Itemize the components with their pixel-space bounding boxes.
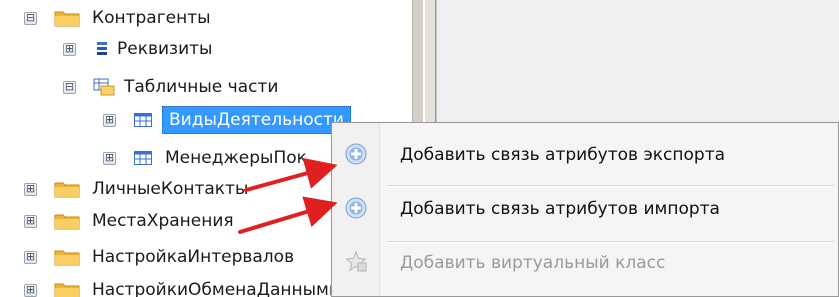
folder-icon [54, 281, 80, 297]
tabular-parts-icon [93, 78, 115, 96]
collapse-icon[interactable]: ⊟ [63, 81, 76, 94]
tree-item-requisites[interactable]: ⊞ Реквизиты [0, 35, 412, 63]
folder-icon [54, 212, 80, 230]
menu-item-label: Добавить связь атрибутов импорта [400, 199, 720, 219]
context-menu: Добавить связь атрибутов экспорта Добави… [331, 122, 839, 297]
menu-item-add-import-link[interactable]: Добавить связь атрибутов импорта [332, 181, 838, 237]
screenshot-stage: ⊟ Контрагенты ⊞ Реквизиты ⊟ Табличные ча… [0, 0, 839, 297]
menu-item-label: Добавить связь атрибутов экспорта [400, 145, 726, 165]
requisites-icon [95, 41, 109, 57]
folder-icon [54, 9, 80, 27]
collapse-icon[interactable]: ⊟ [24, 12, 37, 25]
add-icon [344, 196, 368, 220]
expand-icon[interactable]: ⊞ [24, 183, 37, 196]
folder-icon [54, 180, 80, 198]
tree-item-label: Контрагенты [92, 8, 211, 28]
tree-item-label: МенеджерыПок [165, 148, 307, 168]
tree-item-counterparties[interactable]: ⊟ Контрагенты [0, 4, 412, 32]
tree-item-label: НастройкаИнтервалов [92, 247, 295, 267]
expand-icon[interactable]: ⊞ [24, 284, 37, 297]
expand-icon[interactable]: ⊞ [24, 251, 37, 264]
folder-icon [54, 248, 80, 266]
menu-item-add-virtual-class: Добавить виртуальный класс [332, 235, 838, 291]
tree-item-label: ЛичныеКонтакты [92, 179, 249, 199]
tree-item-label: Реквизиты [117, 39, 213, 59]
tree-item-tabular-parts[interactable]: ⊟ Табличные части [0, 73, 412, 101]
virtual-class-icon [344, 250, 368, 274]
expand-icon[interactable]: ⊞ [63, 43, 76, 56]
expand-icon[interactable]: ⊞ [103, 114, 116, 127]
menu-item-add-export-link[interactable]: Добавить связь атрибутов экспорта [332, 127, 838, 183]
tree-item-label: Табличные части [124, 77, 279, 97]
add-icon [344, 142, 368, 166]
expand-icon[interactable]: ⊞ [103, 152, 116, 165]
menu-item-label: Добавить виртуальный класс [400, 253, 666, 273]
tree-item-label: ВидыДеятельности [162, 106, 351, 134]
tree-item-label: НастройкиОбменаДанными [92, 280, 340, 297]
table-icon [134, 151, 152, 165]
tree-item-label: МестаХранения [92, 211, 234, 231]
table-icon [134, 113, 152, 127]
expand-icon[interactable]: ⊞ [24, 215, 37, 228]
